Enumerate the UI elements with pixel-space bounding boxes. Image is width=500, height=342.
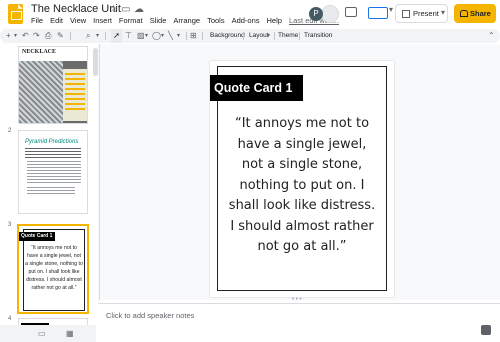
menu-view[interactable]: View: [70, 16, 86, 25]
toolbar-divider: [105, 32, 106, 40]
quote-line: shall look like distress.: [228, 198, 376, 213]
thumb-list-lines: [27, 161, 81, 183]
layout-button[interactable]: Layout: [249, 29, 269, 43]
quote-card-label[interactable]: Quote Card 1: [210, 75, 303, 101]
thumb-quote-text: “It annoys me not to have a single jewel…: [25, 245, 83, 291]
image-icon[interactable]: ▨: [137, 29, 145, 43]
menu-addons[interactable]: Add-ons: [232, 16, 260, 25]
text-box-icon[interactable]: ⊤: [125, 29, 132, 43]
menu-file[interactable]: File: [31, 16, 43, 25]
filmstrip-footer: [0, 325, 96, 342]
canvas-divider: [99, 44, 100, 300]
account-avatar[interactable]: P: [309, 7, 323, 21]
collapse-toolbar-icon[interactable]: ⌃: [488, 29, 495, 43]
slide-number-3: 3: [8, 222, 12, 228]
select-tool-icon[interactable]: ➚: [111, 29, 122, 43]
speaker-notes-panel[interactable]: [98, 303, 500, 342]
quote-text-box[interactable]: “It annoys me not to have a single jewel…: [220, 114, 384, 258]
move-folder-icon[interactable]: ▭: [121, 4, 130, 15]
toolbar-divider: [202, 32, 203, 40]
quote-line: have a single jewel,: [237, 136, 367, 152]
thumb-highlight-lines: [65, 73, 85, 113]
menu-edit[interactable]: Edit: [50, 16, 63, 25]
quote-line: not go at all.”: [257, 239, 347, 254]
slide-thumbnail-2[interactable]: Pyramid Predictions: [18, 130, 88, 214]
collaborator-avatar[interactable]: [321, 5, 339, 23]
quote-line: not a single stone,: [241, 157, 363, 172]
redo-icon[interactable]: ↷: [33, 29, 40, 43]
toolbar-divider: [299, 32, 300, 40]
zoom-dropdown-icon[interactable]: ▾: [96, 29, 99, 43]
comment-add-icon[interactable]: ⊞: [190, 29, 197, 43]
comments-icon[interactable]: [345, 7, 357, 17]
slide-number-4: 4: [8, 316, 12, 322]
cloud-status-icon[interactable]: ☁: [134, 4, 144, 15]
quote-line: nothing to put on. I: [239, 177, 365, 193]
new-slide-icon[interactable]: +: [6, 29, 11, 43]
line-icon[interactable]: ╲: [168, 29, 173, 43]
menu-insert[interactable]: Insert: [93, 16, 112, 25]
toolbar-divider: [243, 32, 244, 40]
menu-format[interactable]: Format: [119, 16, 143, 25]
grid-view-icon[interactable]: ▦: [66, 329, 74, 338]
background-button[interactable]: Background: [210, 29, 245, 43]
zoom-icon[interactable]: ⌕: [86, 29, 90, 43]
line-dropdown-icon[interactable]: ▾: [177, 29, 180, 43]
notes-resize-handle[interactable]: • • •: [292, 297, 304, 303]
slide-number-2: 2: [8, 128, 12, 134]
filmstrip-view-icon[interactable]: ▭: [38, 329, 46, 338]
title-bar: The Necklace Unit ☆ ▭ ☁ File Edit View I…: [0, 0, 500, 28]
menu-tools[interactable]: Tools: [207, 16, 225, 25]
shape-dropdown-icon[interactable]: ▾: [161, 29, 164, 43]
explore-icon[interactable]: [481, 325, 491, 335]
thumb-list-lines: [27, 187, 75, 195]
menu-help[interactable]: Help: [267, 16, 282, 25]
toolbar-divider: [274, 32, 275, 40]
undo-icon[interactable]: ↶: [22, 29, 29, 43]
toolbar: + ▾ ↶ ↷ ⎙ ✎ ⌕ ▾ ➚ ⊤ ▨ ▾ ◯ ▾ ╲ ▾ ⊞ Backgr…: [0, 29, 500, 43]
toolbar-divider: [70, 32, 71, 40]
layout-dropdown-icon[interactable]: ▾: [267, 29, 270, 43]
quote-line: I should almost rather: [230, 218, 374, 234]
print-icon[interactable]: ⎙: [45, 29, 51, 43]
image-dropdown-icon[interactable]: ▾: [145, 29, 148, 43]
thumb-title: NECKLACE: [22, 49, 57, 55]
meet-present-icon[interactable]: [368, 5, 393, 19]
thumb-title: Pyramid Predictions: [25, 139, 79, 145]
slide-thumbnail-3[interactable]: Quote Card 1 “It annoys me not to have a…: [17, 224, 89, 314]
slides-app: The Necklace Unit ☆ ▭ ☁ File Edit View I…: [0, 0, 500, 342]
toolbar-divider: [186, 32, 187, 40]
transition-button[interactable]: Transition: [304, 29, 332, 43]
thumb-body-lines: [25, 148, 81, 158]
menu-bar: File Edit View Insert Format Slide Arran…: [31, 16, 346, 25]
slides-logo-icon[interactable]: [8, 4, 23, 24]
menu-slide[interactable]: Slide: [150, 16, 167, 25]
share-button[interactable]: Share: [454, 4, 496, 23]
speaker-notes-placeholder[interactable]: Click to add speaker notes: [106, 311, 194, 320]
slide-thumbnail-1[interactable]: NECKLACE: [18, 46, 88, 124]
present-dropdown-icon[interactable]: ▾: [441, 4, 449, 23]
quote-line: “It annoys me not to: [234, 116, 370, 131]
paint-format-icon[interactable]: ✎: [57, 29, 64, 43]
thumb-quote-label: Quote Card 1: [19, 232, 55, 241]
document-title[interactable]: The Necklace Unit: [31, 3, 121, 15]
thumb-necklace-image: [19, 61, 63, 123]
star-icon[interactable]: ☆: [109, 4, 118, 15]
menu-arrange[interactable]: Arrange: [173, 16, 200, 25]
new-slide-dropdown-icon[interactable]: ▾: [14, 29, 17, 43]
theme-button[interactable]: Theme: [278, 29, 298, 43]
shape-icon[interactable]: ◯: [152, 29, 161, 43]
